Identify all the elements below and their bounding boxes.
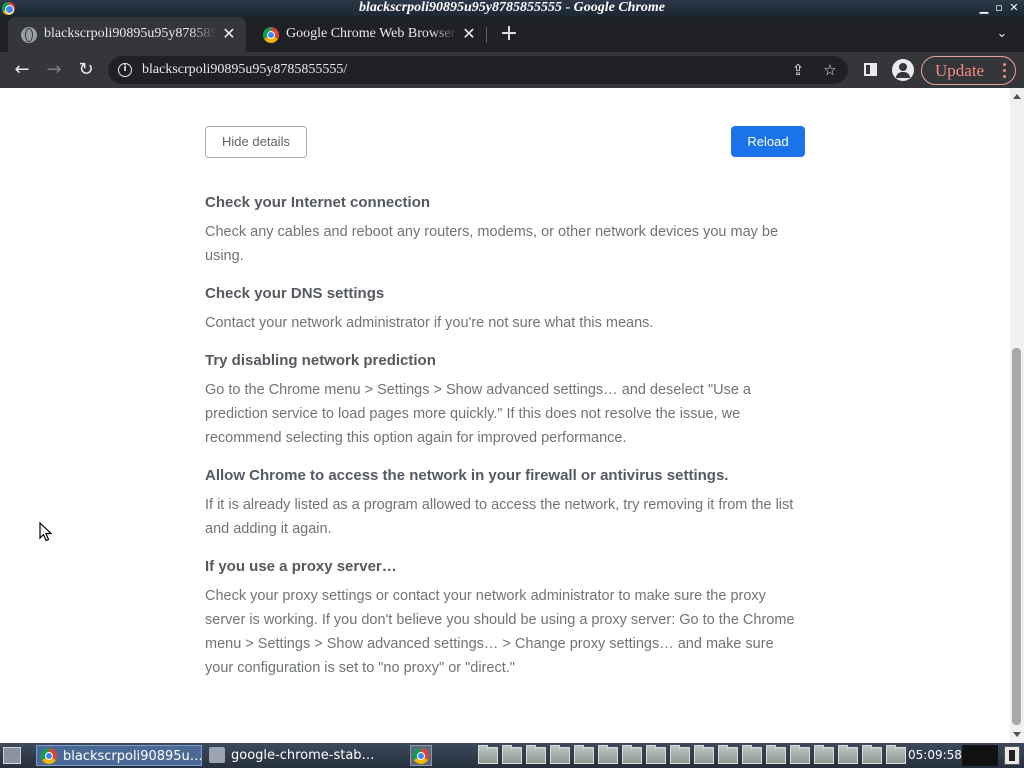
battery-icon[interactable]: [1004, 746, 1020, 765]
workspace-folder-icon[interactable]: [694, 745, 714, 764]
suggestion-heading: If you use a proxy server…: [205, 558, 397, 575]
clock: 05:09:58: [908, 748, 962, 762]
minimize-button[interactable]: ▁: [977, 1, 991, 15]
suggestion-heading: Allow Chrome to access the network in yo…: [205, 467, 729, 484]
window-close-button[interactable]: ✕: [1007, 1, 1021, 15]
side-panel-icon[interactable]: [861, 60, 881, 80]
more-menu-icon: [1003, 63, 1007, 79]
forward-button[interactable]: →: [42, 58, 66, 82]
workspace-folder-icon[interactable]: [502, 745, 522, 764]
tab-label: blackscrpoli90895u95y8785855555: [44, 26, 216, 41]
start-menu-icon[interactable]: [3, 747, 21, 764]
workspace-folder-icon[interactable]: [766, 745, 786, 764]
workspace-switcher: [478, 745, 906, 765]
workspace-folder-icon[interactable]: [574, 745, 594, 764]
new-tab-button[interactable]: +: [499, 23, 519, 45]
profile-avatar-icon[interactable]: [892, 59, 914, 81]
workspace-folder-icon[interactable]: [742, 745, 762, 764]
tab-search-button[interactable]: ⌄: [994, 26, 1010, 42]
workspace-folder-icon[interactable]: [718, 745, 738, 764]
workspace-folder-icon[interactable]: [526, 745, 546, 764]
workspace-folder-icon[interactable]: [646, 745, 666, 764]
terminal-icon: [209, 747, 225, 763]
workspace-folder-icon[interactable]: [886, 745, 906, 764]
taskbar-item-label: blackscrpoli90895u…: [63, 749, 202, 764]
taskbar: blackscrpoli90895u… google-chrome-stab… …: [0, 743, 1024, 768]
suggestion-heading: Try disabling network prediction: [205, 352, 436, 369]
suggestion-proxy-server: If you use a proxy server… Check your pr…: [205, 558, 805, 680]
suggestion-network-prediction: Try disabling network prediction Go to t…: [205, 352, 805, 450]
taskbar-item-chrome-window[interactable]: blackscrpoli90895u…: [36, 745, 202, 766]
tab-google-chrome[interactable]: Google Chrome Web Browser ✕: [250, 17, 486, 52]
window-titlebar: blackscrpoli90895u95y8785855555 - Google…: [0, 0, 1024, 17]
workspace-folder-icon[interactable]: [862, 745, 882, 764]
maximize-button[interactable]: ▫: [992, 1, 1006, 15]
tab-strip: blackscrpoli90895u95y8785855555 ✕ Google…: [0, 17, 1024, 52]
chrome-icon: [263, 27, 279, 43]
suggestion-internet-connection: Check your Internet connection Check any…: [205, 194, 805, 268]
mouse-cursor-icon: [39, 522, 53, 542]
suggestion-heading: Check your Internet connection: [205, 194, 431, 211]
workspace-folder-icon[interactable]: [622, 745, 642, 764]
error-details: Check your Internet connection Check any…: [205, 194, 805, 697]
browser-toolbar: ← → ↻ i blackscrpoli90895u95y8785855555/…: [0, 52, 1024, 88]
bookmark-star-icon[interactable]: ☆: [821, 61, 839, 79]
suggestion-body: Check any cables and reboot any routers,…: [205, 224, 779, 264]
workspace-folder-icon[interactable]: [478, 745, 498, 764]
address-bar[interactable]: i blackscrpoli90895u95y8785855555/ ⇪ ☆: [108, 56, 848, 84]
taskbar-item-terminal[interactable]: google-chrome-stab…: [205, 745, 400, 766]
scroll-up-arrow-icon[interactable]: [1013, 94, 1021, 99]
workspace-folder-icon[interactable]: [838, 745, 858, 764]
page-scrollbar[interactable]: [1010, 88, 1024, 743]
workspace-folder-icon[interactable]: [670, 745, 690, 764]
taskbar-item-label: google-chrome-stab…: [231, 748, 375, 763]
hide-details-button[interactable]: Hide details: [205, 126, 307, 158]
reload-button[interactable]: Reload: [731, 126, 805, 157]
share-icon[interactable]: ⇪: [789, 61, 807, 79]
suggestion-heading: Check your DNS settings: [205, 285, 385, 302]
workspace-folder-icon[interactable]: [814, 745, 834, 764]
back-button[interactable]: ←: [10, 58, 34, 82]
workspace-folder-icon[interactable]: [550, 745, 570, 764]
scroll-down-arrow-icon[interactable]: [1013, 732, 1021, 737]
reload-page-button[interactable]: ↻: [74, 58, 98, 82]
tab-label: Google Chrome Web Browser: [286, 26, 456, 41]
tab-close-icon[interactable]: ✕: [220, 25, 238, 43]
suggestion-dns-settings: Check your DNS settings Contact your net…: [205, 285, 805, 335]
update-label: Update: [935, 61, 985, 80]
globe-icon: [21, 27, 37, 43]
update-button[interactable]: Update: [921, 56, 1016, 85]
scrollbar-thumb[interactable]: [1012, 348, 1021, 725]
workspace-folder-icon[interactable]: [598, 745, 618, 764]
site-info-icon[interactable]: i: [118, 63, 132, 77]
suggestion-body: Check your proxy settings or contact you…: [205, 588, 795, 676]
tab-close-icon[interactable]: ✕: [460, 25, 478, 43]
suggestion-firewall: Allow Chrome to access the network in yo…: [205, 467, 805, 541]
suggestion-body: Go to the Chrome menu > Settings > Show …: [205, 382, 751, 446]
suggestion-body: If it is already listed as a program all…: [205, 497, 794, 537]
suggestion-body: Contact your network administrator if yo…: [205, 315, 654, 331]
tab-blackscrpoli[interactable]: blackscrpoli90895u95y8785855555 ✕: [8, 17, 246, 52]
tab-separator: [486, 27, 487, 43]
system-tray: [962, 745, 998, 766]
workspace-folder-icon[interactable]: [790, 745, 810, 764]
page-viewport: Hide details Reload Check your Internet …: [0, 88, 1010, 743]
url-text[interactable]: blackscrpoli90895u95y8785855555/: [142, 62, 347, 78]
window-title: blackscrpoli90895u95y8785855555 - Google…: [358, 0, 666, 15]
chrome-launcher-icon[interactable]: [410, 745, 432, 766]
chrome-icon: [41, 748, 57, 764]
